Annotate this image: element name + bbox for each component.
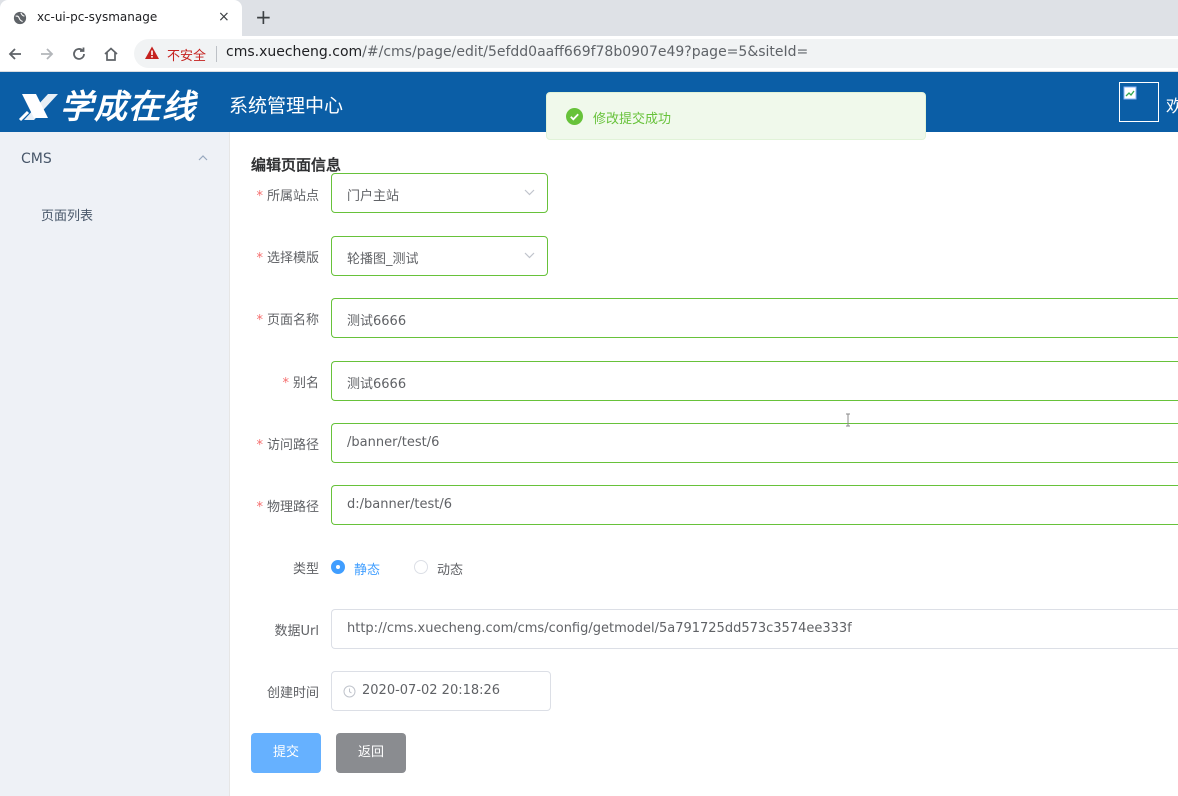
radio-static-label[interactable]: 静态 xyxy=(354,559,380,578)
alias-input[interactable]: 测试6666 xyxy=(331,361,1178,401)
site-label-text: 所属站点 xyxy=(266,189,319,204)
physical-path-label: * 物理路径 xyxy=(224,496,319,515)
toast-message: 修改提交成功 xyxy=(593,112,672,127)
create-time-value: 2020-07-02 20:18:26 xyxy=(362,683,501,698)
logo-text: 学成在线 xyxy=(60,87,196,126)
alias-value: 测试6666 xyxy=(347,377,407,392)
omnibox-divider xyxy=(216,46,217,62)
insecure-label[interactable]: 不安全 xyxy=(167,45,206,64)
radio-dynamic-label[interactable]: 动态 xyxy=(437,559,463,578)
browser-tabstrip: xc-ui-pc-sysmanage × + xyxy=(0,0,1178,36)
template-label: * 选择模版 xyxy=(224,247,319,266)
avatar[interactable] xyxy=(1119,82,1159,122)
web-path-label-text: 访问路径 xyxy=(266,438,319,453)
alias-label-text: 别名 xyxy=(292,376,319,391)
web-path-input[interactable]: /banner/test/6 xyxy=(331,423,1178,463)
browser-tab[interactable]: xc-ui-pc-sysmanage × xyxy=(0,0,242,36)
create-time-picker[interactable]: 2020-07-02 20:18:26 xyxy=(331,671,551,711)
physical-path-value: d:/banner/test/6 xyxy=(347,497,453,512)
required-mark: * xyxy=(256,189,263,204)
page-name-label-text: 页面名称 xyxy=(266,313,319,328)
app-subtitle: 系统管理中心 xyxy=(229,95,344,117)
address-bar[interactable]: 不安全 cms.xuecheng.com/#/cms/page/edit/5ef… xyxy=(134,39,1178,68)
forward-arrow-icon[interactable] xyxy=(35,42,59,66)
site-select-value: 门户主站 xyxy=(347,189,400,204)
page-name-label: * 页面名称 xyxy=(224,309,319,328)
required-mark: * xyxy=(256,438,263,453)
template-label-text: 选择模版 xyxy=(266,251,319,266)
logo: 学成在线 xyxy=(18,80,196,128)
tab-close-icon[interactable]: × xyxy=(218,9,230,25)
type-label: 类型 xyxy=(292,562,319,577)
text-cursor-icon xyxy=(846,413,850,427)
chevron-down-icon xyxy=(524,189,535,196)
sidebar: CMS 页面列表 xyxy=(0,132,230,796)
welcome-text: 欢 xyxy=(1166,97,1178,117)
globe-icon xyxy=(13,11,27,25)
submit-button[interactable]: 提交 xyxy=(251,733,321,773)
physical-path-input[interactable]: d:/banner/test/6 xyxy=(331,485,1178,525)
sidebar-item-page-list[interactable]: 页面列表 xyxy=(41,205,93,224)
browser-toolbar: 不安全 cms.xuecheng.com/#/cms/page/edit/5ef… xyxy=(0,36,1178,72)
create-time-label: 创建时间 xyxy=(266,686,319,701)
reload-icon[interactable] xyxy=(67,42,91,66)
site-label: * 所属站点 xyxy=(224,185,319,204)
success-check-icon xyxy=(566,108,583,125)
web-path-label: * 访问路径 xyxy=(224,434,319,453)
tab-title: xc-ui-pc-sysmanage xyxy=(37,10,158,24)
page-title: 编辑页面信息 xyxy=(251,156,342,174)
logo-x-mark-icon xyxy=(18,94,58,122)
clock-icon xyxy=(343,685,356,698)
required-mark: * xyxy=(256,313,263,328)
site-select[interactable]: 门户主站 xyxy=(331,173,548,213)
back-button[interactable]: 返回 xyxy=(336,733,406,773)
template-select[interactable]: 轮播图_测试 xyxy=(331,236,548,276)
radio-dynamic-circle[interactable] xyxy=(414,560,428,574)
back-arrow-icon[interactable] xyxy=(3,42,27,66)
required-mark: * xyxy=(256,500,263,515)
new-tab-icon[interactable]: + xyxy=(255,6,272,28)
warning-triangle-icon[interactable] xyxy=(144,45,160,61)
url-host: cms.xuecheng.com xyxy=(226,44,363,60)
url-path: /#/cms/page/edit/5efdd0aaff669f78b0907e4… xyxy=(362,44,809,60)
web-path-value: /banner/test/6 xyxy=(347,435,440,450)
broken-image-icon xyxy=(1123,86,1137,100)
chevron-up-icon[interactable] xyxy=(198,153,208,163)
sidebar-menu-cms[interactable]: CMS xyxy=(21,151,52,167)
data-url-label: 数据Url xyxy=(274,624,319,639)
data-url-value: http://cms.xuecheng.com/cms/config/getmo… xyxy=(347,621,852,636)
page-name-input[interactable]: 测试6666 xyxy=(331,298,1178,338)
template-select-value: 轮播图_测试 xyxy=(347,252,419,267)
radio-static-circle[interactable] xyxy=(331,560,345,574)
required-mark: * xyxy=(256,251,263,266)
alias-label: * 别名 xyxy=(224,372,319,391)
data-url-input[interactable]: http://cms.xuecheng.com/cms/config/getmo… xyxy=(331,609,1178,649)
physical-path-label-text: 物理路径 xyxy=(266,500,319,515)
required-mark: * xyxy=(282,376,289,391)
chevron-down-icon xyxy=(524,252,535,259)
success-toast: 修改提交成功 xyxy=(546,92,926,140)
page-name-value: 测试6666 xyxy=(347,314,407,329)
url-text[interactable]: cms.xuecheng.com/#/cms/page/edit/5efdd0a… xyxy=(226,44,808,60)
home-icon[interactable] xyxy=(99,42,123,66)
